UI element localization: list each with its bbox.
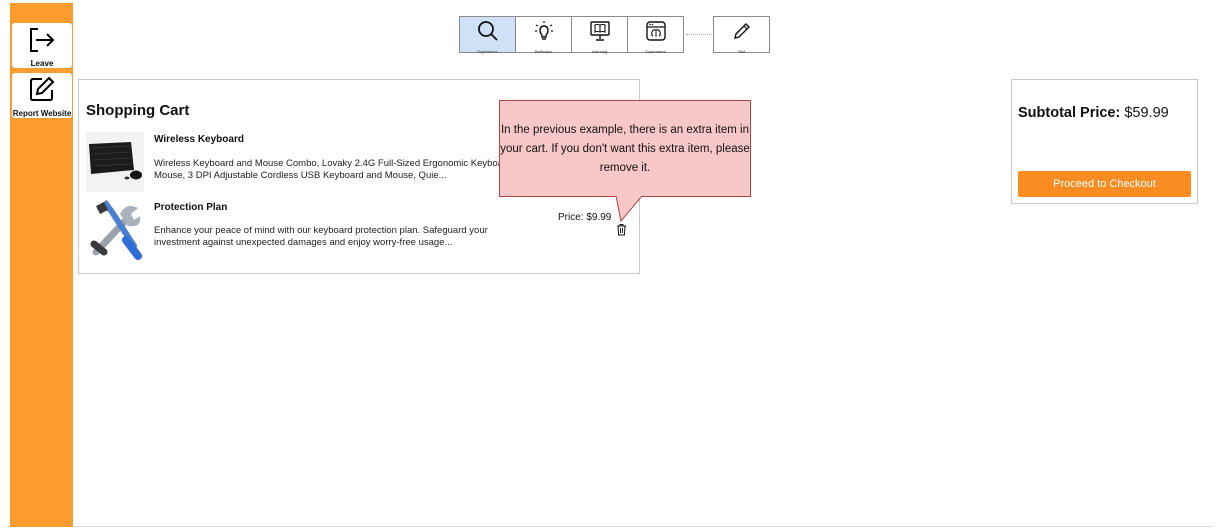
tab-experiment[interactable]: Experiment [627, 16, 684, 54]
toolbar-separator [686, 34, 712, 35]
tooltip-pointer [615, 196, 643, 222]
proceed-to-checkout-button[interactable]: Proceed to Checkout [1018, 171, 1191, 197]
edit-square-icon [28, 75, 56, 108]
browser-brain-icon [645, 20, 667, 47]
order-summary-panel: Subtotal Price: $59.99 Proceed to Checko… [1011, 79, 1198, 204]
stage-toolbar: Experience Reflection Learning Experimen… [459, 16, 770, 54]
trash-icon [616, 223, 627, 240]
tab-experience[interactable]: Experience [459, 16, 516, 54]
item-price-protection-plan: Price: $9.99 [558, 212, 612, 223]
instruction-tooltip: In the previous example, there is an ext… [499, 100, 751, 197]
tab-learning-label: Learning [591, 49, 608, 54]
tooltip-text: In the previous example, there is an ext… [500, 124, 750, 174]
monitor-book-icon [589, 20, 611, 47]
tab-reflection-label: Reflection [534, 49, 553, 54]
tools-image [86, 199, 144, 260]
item-name-protection-plan: Protection Plan [154, 202, 228, 213]
magnifier-icon [477, 20, 499, 47]
tab-reflection[interactable]: Reflection [515, 16, 572, 54]
bottom-divider [73, 526, 1213, 527]
page: Leave Report Website Experience Reflecti… [0, 0, 1221, 531]
leave-button[interactable]: Leave [12, 23, 72, 68]
tab-test[interactable]: Test [713, 16, 770, 54]
leave-label: Leave [30, 59, 54, 68]
cart-title: Shopping Cart [86, 102, 190, 119]
subtotal-price: Subtotal Price: $59.99 [1018, 105, 1169, 121]
subtotal-value: $59.99 [1124, 105, 1169, 121]
tab-experiment-label: Experiment [645, 49, 666, 54]
pencil-icon [731, 20, 753, 47]
tab-learning[interactable]: Learning [571, 16, 628, 54]
lightbulb-icon [533, 20, 555, 47]
exit-icon [27, 27, 57, 58]
tab-test-label: Test [737, 49, 746, 54]
keyboard-image [86, 132, 144, 192]
tab-experience-label: Experience [477, 49, 498, 54]
item-description-protection-plan: Enhance your peace of mind with our keyb… [154, 225, 488, 248]
sidebar: Leave Report Website [10, 3, 73, 527]
remove-item-button[interactable] [616, 223, 627, 241]
report-website-button[interactable]: Report Website [12, 73, 72, 118]
item-description-wireless-keyboard: Wireless Keyboard and Mouse Combo, Lovak… [154, 158, 512, 181]
report-website-label: Report Website [12, 109, 72, 118]
item-name-wireless-keyboard: Wireless Keyboard [154, 134, 244, 145]
subtotal-label: Subtotal Price: [1018, 105, 1121, 121]
